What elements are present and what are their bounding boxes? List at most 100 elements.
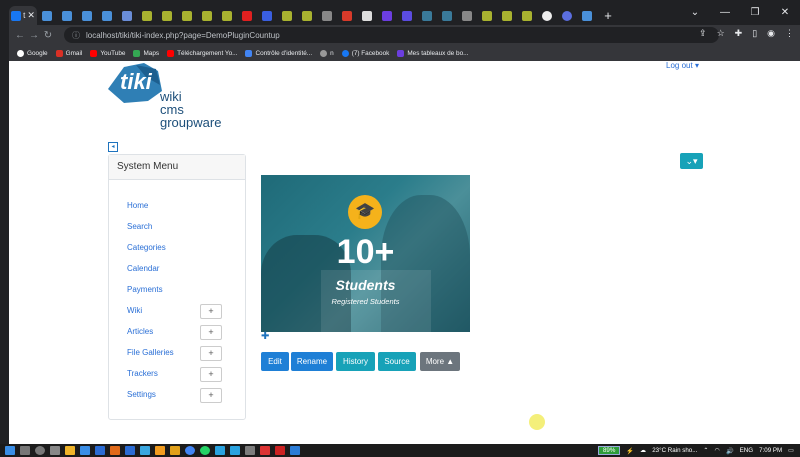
menu-item-home[interactable]: Home [127, 201, 148, 210]
extensions-icon[interactable]: ✚ [735, 28, 743, 39]
tab[interactable] [437, 6, 457, 25]
bookmark-star-icon[interactable]: ☆ [717, 28, 725, 39]
tab-active[interactable]: t ✕ [9, 6, 37, 25]
menu-item-payments[interactable]: Payments [127, 285, 163, 294]
edge-icon[interactable] [80, 446, 90, 455]
tray-chevron-icon[interactable]: ⌃ [703, 447, 708, 454]
start-icon[interactable] [5, 446, 15, 455]
tab[interactable] [137, 6, 157, 25]
bookmark-telechargement[interactable]: Téléchargement Yo... [167, 49, 237, 57]
app-icon[interactable] [95, 446, 105, 455]
minimize-icon[interactable]: — [710, 7, 740, 18]
new-tab-button[interactable]: + [597, 6, 619, 25]
language-indicator[interactable]: ENG [740, 447, 753, 454]
info-icon[interactable]: ⓘ [72, 30, 80, 41]
tab[interactable] [397, 6, 417, 25]
bookmark-gmail[interactable]: Gmail [55, 49, 82, 57]
address-bar[interactable]: ⓘ localhost/tiki/tiki-index.php?page=Dem… [64, 27, 719, 43]
menu-item-file-galleries[interactable]: File Galleries [127, 348, 174, 357]
whatsapp-icon[interactable] [200, 446, 210, 455]
tab[interactable] [197, 6, 217, 25]
plugin-puzzle-icon[interactable]: ✚ [261, 331, 269, 342]
menu-item-wiki[interactable]: Wiki [127, 306, 142, 315]
menu-icon[interactable]: ⋮ [785, 28, 794, 39]
expand-settings-button[interactable]: + [200, 388, 222, 403]
app-icon[interactable] [275, 446, 285, 455]
tab[interactable] [377, 6, 397, 25]
tab[interactable] [577, 6, 597, 25]
bookmark-facebook[interactable]: (7) Facebook [341, 49, 389, 57]
app-icon[interactable] [245, 446, 255, 455]
bookmark-tableaux[interactable]: Mes tableaux de bo... [397, 49, 468, 57]
telegram-icon[interactable] [215, 446, 225, 455]
logout-link[interactable]: Log out ▾ [666, 61, 699, 70]
tab[interactable] [357, 6, 377, 25]
app-icon[interactable] [110, 446, 120, 455]
tab[interactable] [237, 6, 257, 25]
tab[interactable] [317, 6, 337, 25]
expand-articles-button[interactable]: + [200, 325, 222, 340]
bookmark-youtube[interactable]: YouTube [90, 49, 125, 57]
tab[interactable] [157, 6, 177, 25]
menu-item-trackers[interactable]: Trackers [127, 369, 158, 378]
menu-item-articles[interactable]: Articles [127, 327, 153, 336]
bookmark-n[interactable]: n [320, 49, 334, 57]
toggle-sidebar-icon[interactable]: ◂ [108, 142, 118, 152]
tab[interactable] [277, 6, 297, 25]
more-button[interactable]: More ▲ [420, 352, 460, 371]
profile-icon[interactable]: ◉ [767, 28, 775, 39]
tab[interactable] [457, 6, 477, 25]
tab[interactable] [117, 6, 137, 25]
chrome-icon[interactable] [185, 446, 195, 455]
expand-file-galleries-button[interactable]: + [200, 346, 222, 361]
clock[interactable]: 7:09 PM [759, 447, 782, 454]
bookmark-maps[interactable]: Maps [133, 49, 159, 57]
tab[interactable] [557, 6, 577, 25]
tab[interactable] [337, 6, 357, 25]
tab[interactable] [417, 6, 437, 25]
app-icon[interactable] [170, 446, 180, 455]
rename-button[interactable]: Rename [291, 352, 333, 371]
menu-item-settings[interactable]: Settings [127, 390, 156, 399]
app-icon[interactable] [230, 446, 240, 455]
forward-icon[interactable]: → [27, 30, 41, 41]
tab[interactable] [217, 6, 237, 25]
vlc-icon[interactable] [155, 446, 165, 455]
tab[interactable] [517, 6, 537, 25]
back-icon[interactable]: ← [13, 30, 27, 41]
menu-item-calendar[interactable]: Calendar [127, 264, 159, 273]
reload-icon[interactable]: ↻ [41, 30, 55, 41]
cortana-icon[interactable] [35, 446, 45, 455]
maximize-icon[interactable]: ❐ [740, 7, 770, 18]
tab-search-icon[interactable]: ⌄ [680, 7, 710, 18]
edit-button[interactable]: Edit [261, 352, 289, 371]
tab[interactable] [37, 6, 57, 25]
menu-item-categories[interactable]: Categories [127, 243, 166, 252]
page-options-dropdown[interactable]: ⌄▾ [680, 153, 703, 169]
volume-icon[interactable]: 🔊 [726, 447, 734, 455]
app-icon[interactable] [260, 446, 270, 455]
app-icon[interactable] [140, 446, 150, 455]
source-button[interactable]: Source [378, 352, 416, 371]
history-button[interactable]: History [336, 352, 375, 371]
sidebar-icon[interactable]: ▯ [752, 28, 757, 39]
tab[interactable] [477, 6, 497, 25]
battery-indicator[interactable]: 89% [597, 446, 621, 455]
tab[interactable] [297, 6, 317, 25]
task-view-icon[interactable] [50, 446, 60, 455]
tab[interactable] [257, 6, 277, 25]
close-tab-icon[interactable]: ✕ [27, 10, 35, 21]
weather-text[interactable]: 23°C Rain sho... [652, 447, 697, 454]
file-explorer-icon[interactable] [65, 446, 75, 455]
tiki-logo[interactable]: tiki wiki cms groupware [106, 61, 246, 131]
close-window-icon[interactable]: ✕ [770, 7, 800, 18]
menu-item-search[interactable]: Search [127, 222, 152, 231]
bookmark-controle[interactable]: Contrôle d'identité... [245, 49, 312, 57]
search-icon[interactable] [20, 446, 30, 455]
tab[interactable] [497, 6, 517, 25]
app-icon[interactable] [125, 446, 135, 455]
tab[interactable] [77, 6, 97, 25]
tab[interactable] [57, 6, 77, 25]
vscode-icon[interactable] [290, 446, 300, 455]
network-icon[interactable]: ◠ [715, 447, 720, 454]
